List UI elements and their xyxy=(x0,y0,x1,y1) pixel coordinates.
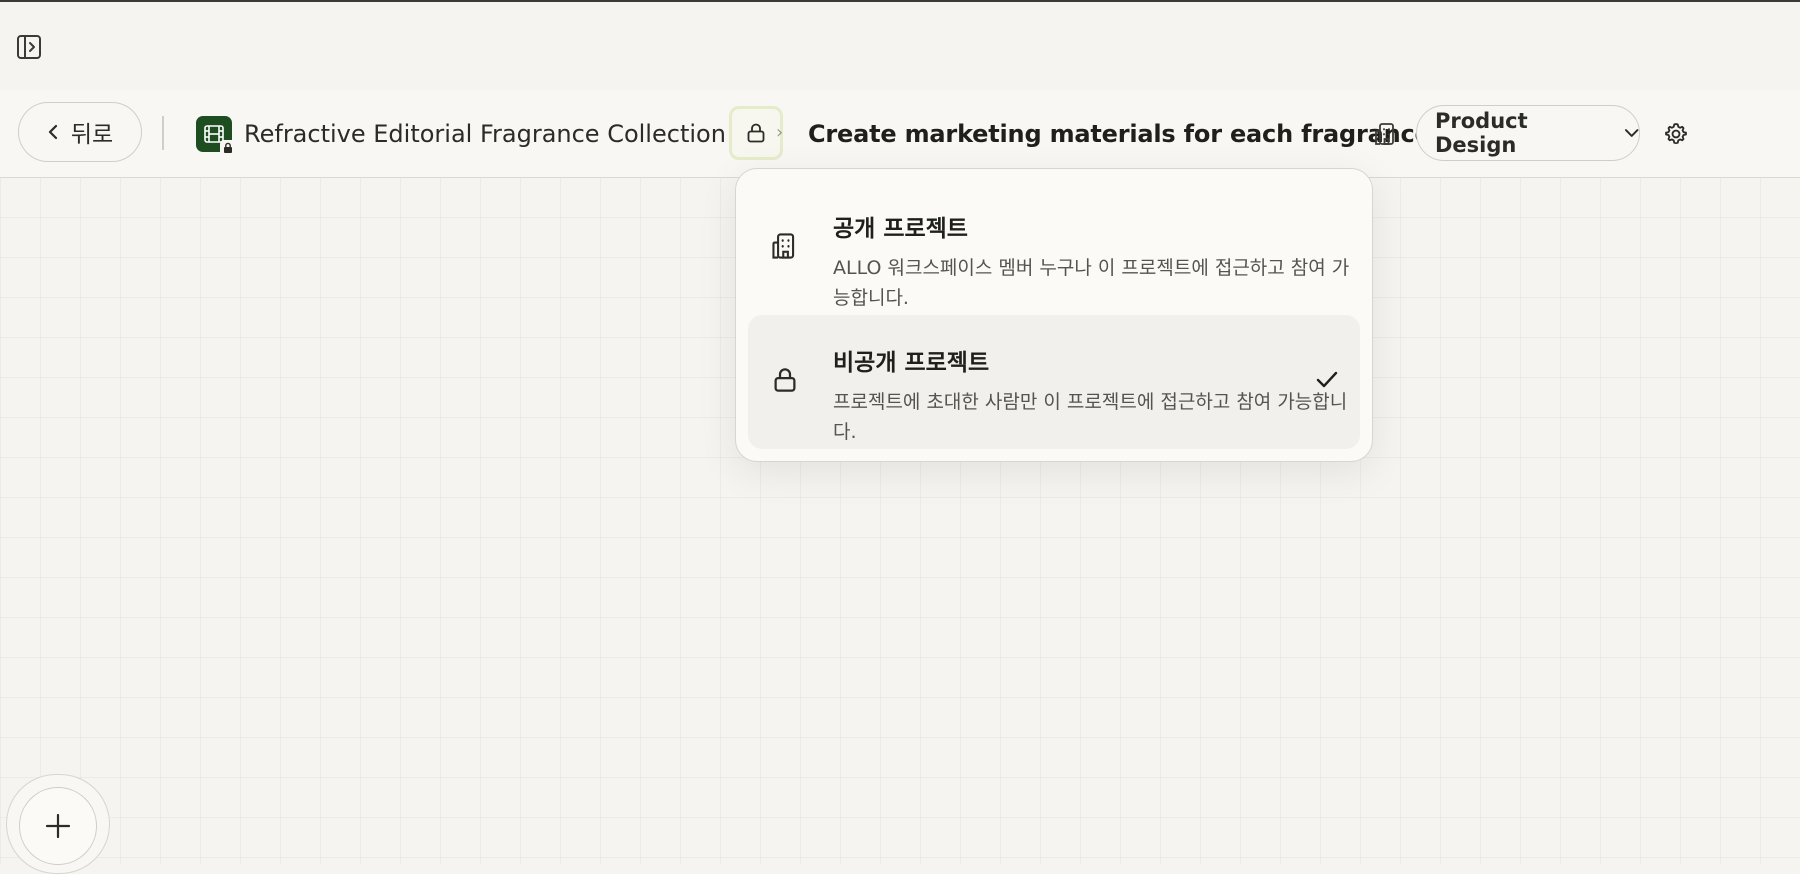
visibility-option-private[interactable]: 비공개 프로젝트 프로젝트에 초대한 사람만 이 프로젝트에 접근하고 참여 가… xyxy=(748,315,1360,449)
sidebar-toggle-button[interactable] xyxy=(14,32,44,62)
option-title: 비공개 프로젝트 xyxy=(833,350,990,376)
window-top-border xyxy=(0,0,1800,2)
project-title[interactable]: Refractive Editorial Fragrance Collectio… xyxy=(244,116,726,152)
visibility-option-public[interactable]: 공개 프로젝트 ALLO 워크스페이스 멤버 누구나 이 프로젝트에 접근하고 … xyxy=(748,181,1360,315)
sidebar-expand-icon xyxy=(17,35,41,59)
settings-button[interactable] xyxy=(1660,118,1692,150)
chevron-down-icon xyxy=(1624,129,1639,137)
task-title[interactable]: Create marketing materials for each frag… xyxy=(808,116,1431,152)
back-button[interactable]: 뒤로 xyxy=(18,102,142,162)
project-header: 뒤로 Refractive Editorial Fragrance Collec… xyxy=(0,90,1800,178)
project-film-icon xyxy=(196,116,236,156)
checkmark-icon xyxy=(1316,371,1338,388)
team-select-label: Product Design xyxy=(1435,109,1528,157)
visibility-dropdown-menu: 공개 프로젝트 ALLO 워크스페이스 멤버 누구나 이 프로젝트에 접근하고 … xyxy=(735,168,1373,462)
gear-icon xyxy=(1665,123,1687,145)
add-button[interactable] xyxy=(19,787,97,865)
chevron-left-icon xyxy=(48,124,57,140)
plus-icon xyxy=(45,813,71,839)
building-icon xyxy=(768,229,802,263)
project-lock-badge-icon xyxy=(220,140,236,156)
workspace-button[interactable] xyxy=(1370,118,1402,150)
add-button-container xyxy=(6,774,110,874)
visibility-toggle-button[interactable] xyxy=(729,106,783,160)
breadcrumb-chevron-icon: › xyxy=(776,122,784,143)
back-label: 뒤로 xyxy=(70,122,114,148)
lock-icon xyxy=(768,363,802,397)
option-description: ALLO 워크스페이스 멤버 누구나 이 프로젝트에 접근하고 참여 가능합니다… xyxy=(833,257,1350,309)
option-description: 프로젝트에 초대한 사람만 이 프로젝트에 접근하고 참여 가능합니다. xyxy=(833,391,1348,443)
lock-icon xyxy=(747,123,765,143)
option-title: 공개 프로젝트 xyxy=(833,216,968,242)
header-divider xyxy=(162,116,164,150)
team-select-dropdown[interactable]: Product Design xyxy=(1416,105,1640,161)
building-icon xyxy=(1375,123,1394,145)
